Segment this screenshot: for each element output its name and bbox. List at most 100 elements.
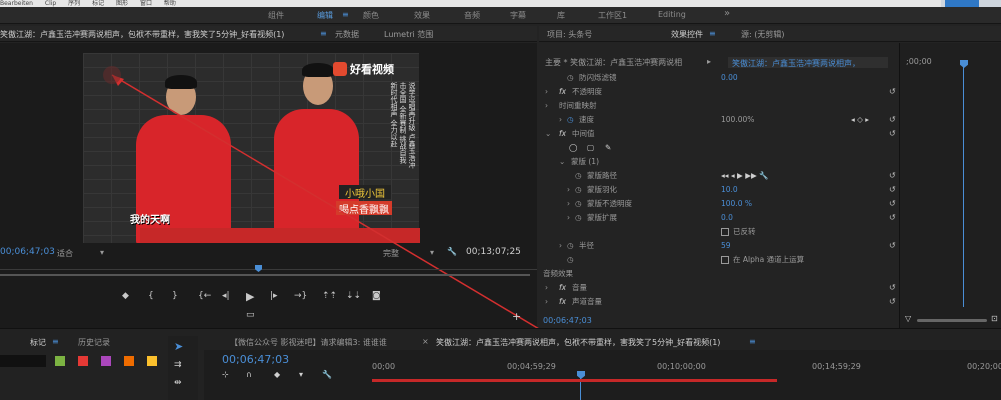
tab-effect-controls[interactable]: 效果控件: [671, 29, 703, 40]
resolution-select[interactable]: 完整: [383, 248, 399, 259]
goto-in-icon[interactable]: {←: [198, 291, 211, 301]
program-scrubber[interactable]: [0, 261, 537, 276]
marker-icon[interactable]: ◆: [122, 291, 129, 301]
effect-value[interactable]: 100.0 %: [721, 197, 752, 210]
effect-row[interactable]: › fx 音量 ↺: [539, 281, 899, 294]
tab-sequence-1[interactable]: 【微信公众号 影视迷吧】请求编辑3: 谁谁谁: [230, 337, 410, 348]
camera-icon[interactable]: ◙: [372, 291, 381, 301]
in-point-icon[interactable]: {: [148, 291, 154, 301]
filter-icon[interactable]: ▽: [905, 314, 911, 323]
disclosure-icon[interactable]: ⌄: [559, 155, 565, 168]
effect-controls-timeline[interactable]: ;00;00: [899, 43, 1001, 328]
reset-icon[interactable]: ↺: [889, 239, 896, 252]
stopwatch-icon[interactable]: ◷: [575, 183, 582, 196]
wrench-icon[interactable]: 🔧: [447, 247, 457, 256]
alpha-checkbox[interactable]: [721, 256, 729, 264]
effect-row[interactable]: › ◷ 蒙版羽化 10.0 ↺: [539, 183, 899, 196]
rectangle-mask-icon[interactable]: ▢: [587, 141, 594, 154]
extract-icon[interactable]: ⇣⇣: [346, 291, 361, 301]
zoom-slider[interactable]: [917, 319, 987, 322]
close-icon[interactable]: ×: [422, 337, 429, 346]
pen-mask-icon[interactable]: ✎: [605, 141, 611, 154]
effect-value[interactable]: 0.0: [721, 211, 733, 224]
effect-row[interactable]: › ◷ 速度 100.00% ◂ ◇ ▸ ↺: [539, 113, 899, 126]
stopwatch-icon[interactable]: ◷: [567, 71, 574, 84]
playhead-icon[interactable]: [255, 265, 262, 272]
effect-row[interactable]: › 时间重映射: [539, 99, 899, 112]
chevron-down-icon[interactable]: ▾: [430, 248, 434, 257]
effect-row[interactable]: ⌄ fx 中间值 ↺: [539, 127, 899, 140]
reset-icon[interactable]: ↺: [889, 211, 896, 224]
lift-icon[interactable]: ⇡⇡: [322, 291, 337, 301]
reset-icon[interactable]: ↺: [889, 127, 896, 140]
stopwatch-icon[interactable]: ◷: [567, 253, 574, 266]
effect-row[interactable]: › fx 不透明度 ↺: [539, 85, 899, 98]
effect-row[interactable]: ◷ 蒙版路径 ◂◂ ◂ ▶ ▶▶ 🔧 ↺: [539, 169, 899, 182]
tab-history[interactable]: 历史记录: [78, 337, 110, 348]
disclosure-icon[interactable]: ›: [545, 85, 548, 98]
tab-menu-icon[interactable]: ≡: [52, 337, 59, 346]
fx-footer-timecode[interactable]: 00;06;47;03: [543, 316, 592, 325]
effect-row[interactable]: › fx 声道音量 ↺: [539, 295, 899, 308]
step-back-icon[interactable]: ◂|: [222, 291, 230, 301]
marker-color-orange[interactable]: [124, 356, 134, 366]
reset-icon[interactable]: ↺: [889, 113, 896, 126]
reset-icon[interactable]: ↺: [889, 169, 896, 182]
disclosure-icon[interactable]: ›: [567, 197, 570, 210]
snap-icon[interactable]: ⊹: [222, 370, 229, 379]
stopwatch-icon[interactable]: ◷: [575, 211, 582, 224]
marker-color-yellow[interactable]: [147, 356, 157, 366]
effect-row[interactable]: › ◷ 半径 59 ↺: [539, 239, 899, 252]
effect-master-clip[interactable]: 主要 * 笑傲江湖：卢鑫玉浩冲赛两说相: [545, 57, 705, 68]
linked-selection-icon[interactable]: ∩: [246, 370, 252, 379]
sequence-timecode[interactable]: 00;06;47;03: [222, 353, 289, 366]
goto-out-icon[interactable]: →}: [294, 291, 307, 301]
marker-icon[interactable]: ▾: [299, 370, 303, 379]
marker-color-red[interactable]: [78, 356, 88, 366]
chevron-down-icon[interactable]: ▾: [100, 248, 104, 257]
effect-value[interactable]: 100.00%: [721, 113, 754, 126]
tab-menu-icon[interactable]: ≡: [709, 29, 716, 38]
add-button-icon[interactable]: +: [512, 310, 521, 323]
stopwatch-icon[interactable]: ◷: [567, 113, 574, 126]
chevron-icon[interactable]: ▸: [707, 57, 711, 66]
reset-icon[interactable]: ↺: [889, 197, 896, 210]
reset-icon[interactable]: ↺: [889, 183, 896, 196]
zoom-select[interactable]: 适合: [57, 248, 73, 259]
tab-markers[interactable]: 标记: [30, 337, 46, 348]
playhead-icon[interactable]: [960, 60, 968, 68]
step-forward-icon[interactable]: |▸: [270, 291, 278, 301]
tab-project[interactable]: 项目: 头条号: [547, 29, 592, 40]
reset-icon[interactable]: ↺: [889, 281, 896, 294]
disclosure-icon[interactable]: ›: [567, 183, 570, 196]
disclosure-icon[interactable]: ›: [545, 99, 548, 112]
stopwatch-icon[interactable]: ◷: [575, 169, 582, 182]
selection-tool-icon[interactable]: ➤: [174, 340, 183, 353]
effect-row[interactable]: ⌄ 蒙版 (1): [539, 155, 899, 168]
reset-icon[interactable]: ↺: [889, 85, 896, 98]
effect-clip-bar[interactable]: 笑傲江湖：卢鑫玉浩冲赛两说相声，: [728, 57, 888, 68]
disclosure-icon[interactable]: ›: [559, 239, 562, 252]
disclosure-icon[interactable]: ›: [545, 281, 548, 294]
ripple-tool-icon[interactable]: ⇹: [174, 378, 182, 388]
work-area-bar[interactable]: [372, 379, 777, 382]
disclosure-icon[interactable]: ›: [559, 113, 562, 126]
out-point-icon[interactable]: }: [172, 291, 178, 301]
tab-source[interactable]: 源: (无剪辑): [741, 29, 784, 40]
marker-color-green[interactable]: [55, 356, 65, 366]
play-icon[interactable]: ▶: [246, 290, 254, 303]
stopwatch-icon[interactable]: ◷: [567, 239, 574, 252]
program-timecode-current[interactable]: 00;06;47;03: [0, 247, 55, 257]
button-editor-icon[interactable]: ▭: [246, 310, 255, 320]
reset-icon[interactable]: ↺: [889, 295, 896, 308]
track-select-tool-icon[interactable]: ⇉: [174, 360, 182, 370]
effect-row[interactable]: › ◷ 蒙版扩展 0.0 ↺: [539, 211, 899, 224]
effect-row[interactable]: 已反转: [539, 225, 899, 238]
ellipse-mask-icon[interactable]: ◯: [569, 141, 577, 154]
tab-sequence-2[interactable]: 笑傲江湖：卢鑫玉浩冲赛两说相声，包袱不带重样，害我笑了5分钟_好看视频(1): [436, 337, 746, 348]
wrench-icon[interactable]: 🔧: [322, 370, 332, 379]
tab-menu-icon[interactable]: ≡: [749, 337, 756, 346]
disclosure-icon[interactable]: ›: [567, 211, 570, 224]
marker-color-violet[interactable]: [101, 356, 111, 366]
keyframe-nav-icon[interactable]: ◂ ◇ ▸: [851, 113, 869, 126]
